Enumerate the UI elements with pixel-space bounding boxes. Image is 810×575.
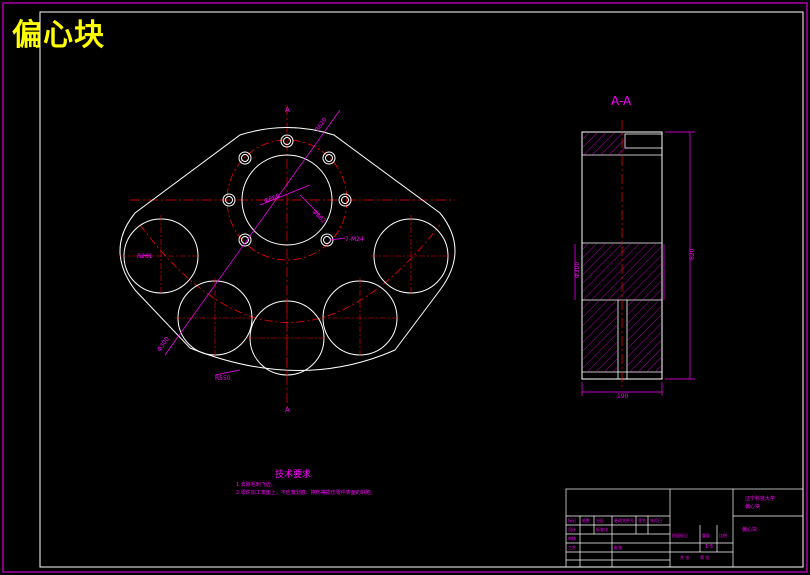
outer-frame (2, 2, 808, 573)
dim-section-left: Φ300 (574, 262, 581, 278)
dim-left-circle: R261 (137, 253, 153, 260)
cut-mark-top: A (285, 106, 290, 114)
svg-text:标记: 标记 (568, 517, 576, 523)
tech-requirements: 技术要求 1.去除毛刺飞边。 2.零件加工表面上，不应有划痕、擦伤等损伤零件表面… (236, 468, 376, 496)
cut-mark-bottom: A (285, 406, 290, 414)
dim-bottom-radius: R550 (215, 375, 231, 382)
dim-section-width: 190 (617, 393, 629, 400)
cad-drawing-canvas: A A R620 Φ860 Φ682 7-M24 R261 Φ300 R550 … (2, 2, 808, 573)
eccentric-block-outline (119, 127, 456, 371)
svg-text:签名: 签名 (638, 517, 646, 523)
svg-text:阶段标记: 阶段标记 (672, 532, 688, 538)
title-block-text: 标记 处数 分区 更改文件号 签名 年月日 设计 标准化 阶段标记 重量 比例 … (568, 517, 727, 560)
dim-center-circle: Φ860 (263, 193, 281, 205)
dim-section-height: 620 (689, 248, 696, 260)
section-label: A-A (611, 94, 632, 108)
part-name: 偏心块 (742, 526, 757, 533)
inner-frame (39, 11, 804, 568)
scale: 1:5 (705, 544, 713, 550)
drawing-number: 偏心块 (745, 503, 760, 510)
dim-top-hole: 7-M24 (345, 236, 364, 243)
tech-line-1: 1.去除毛刺飞边。 (236, 481, 276, 488)
svg-text:年月日: 年月日 (650, 517, 662, 523)
front-view: A A R620 Φ860 Φ682 7-M24 R261 Φ300 R550 (119, 105, 456, 414)
svg-text:第 张: 第 张 (700, 554, 709, 560)
svg-text:审核: 审核 (568, 535, 576, 541)
svg-text:共 张: 共 张 (680, 554, 689, 560)
weight-holes (123, 218, 449, 376)
school-name: 辽宁科技大学 (745, 495, 775, 502)
svg-text:处数: 处数 (582, 517, 590, 523)
svg-text:标准化: 标准化 (596, 526, 608, 532)
svg-text:重量: 重量 (702, 532, 710, 538)
dim-bottom-diag: Φ300 (156, 336, 171, 353)
dim-bolt-circle: Φ682 (311, 208, 328, 225)
dim-big-radius: R620 (314, 116, 329, 133)
svg-text:批准: 批准 (614, 544, 622, 550)
svg-text:更改文件号: 更改文件号 (614, 517, 634, 523)
svg-text:设计: 设计 (568, 526, 576, 532)
tech-heading: 技术要求 (275, 468, 311, 480)
section-view: A-A 620 190 Φ300 (574, 94, 696, 400)
svg-text:分区: 分区 (596, 517, 604, 523)
svg-text:工艺: 工艺 (568, 545, 576, 550)
svg-text:比例: 比例 (719, 532, 727, 538)
tech-line-2: 2.零件加工表面上，不应有划痕、擦伤等损伤零件表面的缺陷。 (236, 489, 376, 496)
